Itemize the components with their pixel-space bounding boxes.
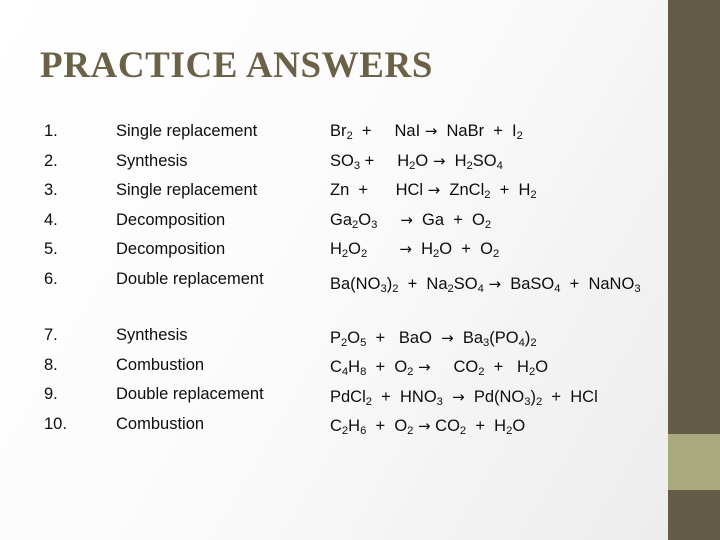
- answer-number: 2.: [44, 151, 58, 170]
- subscript: 2: [341, 425, 349, 438]
- subscript: 3: [380, 282, 387, 295]
- equation-row: H2O2 → H2O + O2: [330, 240, 500, 261]
- answer-row: 3. Single replacement: [44, 181, 324, 211]
- subscript: 2: [484, 189, 491, 202]
- answer-row: 9. Double replacement: [44, 385, 324, 415]
- equation-row: C2H6 + O2 → CO2 + H2O: [330, 417, 526, 438]
- reaction-arrow-icon: →: [418, 358, 431, 376]
- answer-label: Combustion: [116, 414, 205, 433]
- answer-number: 10.: [44, 414, 67, 433]
- subscript: 2: [346, 130, 353, 143]
- reaction-arrow-icon: →: [400, 210, 413, 229]
- answer-label: Synthesis: [116, 151, 188, 170]
- answer-label: Single replacement: [116, 181, 258, 199]
- subscript: 4: [518, 336, 525, 349]
- reaction-arrow-icon: →: [452, 387, 465, 406]
- subscript: 2: [365, 395, 373, 408]
- subscript: 2: [392, 282, 399, 295]
- answer-label: Synthesis: [116, 326, 188, 344]
- equation-row: Zn + HCl → ZnCl2 + H2: [330, 181, 537, 202]
- answer-label: Double replacement: [116, 269, 264, 288]
- subscript: 2: [528, 366, 536, 379]
- answer-number: 3.: [44, 181, 58, 199]
- subscript: 2: [536, 395, 543, 408]
- subscript: 5: [360, 336, 367, 349]
- reaction-arrow-icon: →: [427, 181, 441, 199]
- subscript: 4: [477, 282, 484, 295]
- equation-row: PdCl2 + HNO3 → Pd(NO3)2 + HCl: [330, 387, 598, 408]
- answer-row: 7. Synthesis: [44, 326, 324, 356]
- subscript: 2: [492, 248, 500, 261]
- answer-number: 8.: [44, 355, 58, 374]
- answer-row: 10. Combustion: [44, 415, 324, 445]
- subscript: 3: [483, 336, 490, 349]
- answers-group-spacer: [44, 299, 324, 326]
- answer-label: Double replacement: [116, 385, 264, 403]
- equation-row: Ba(NO3)2 + Na2SO4 → BaSO4 + NaNO3: [330, 274, 641, 295]
- subscript: 2: [341, 336, 348, 349]
- answer-number: 9.: [44, 385, 58, 403]
- subscript: 2: [361, 248, 368, 261]
- subscript: 2: [341, 248, 349, 261]
- subscript: 2: [484, 218, 492, 231]
- reaction-arrow-icon: →: [418, 417, 431, 435]
- reaction-arrow-icon: →: [432, 151, 446, 170]
- content-area: 1. Single replacement 2. Synthesis 3. Si…: [0, 122, 668, 462]
- equation-row: C4H8 + O2 → CO2 + H2O: [330, 358, 549, 379]
- subscript: 3: [436, 395, 443, 408]
- answer-row: 4. Decomposition: [44, 211, 324, 241]
- answer-row: 2. Synthesis: [44, 152, 324, 182]
- subscript: 3: [353, 159, 361, 172]
- subscript: 4: [496, 159, 503, 172]
- page-title: PRACTICE ANSWERS: [40, 45, 434, 86]
- equation-row: Ga2O3 → Ga + O2: [330, 210, 492, 231]
- subscript: 2: [506, 425, 513, 438]
- subscript: 2: [530, 336, 537, 349]
- subscript: 3: [524, 395, 531, 408]
- subscript: 2: [433, 248, 440, 261]
- subscript: 2: [447, 282, 454, 295]
- equation-row: SO3 + H2O → H2SO4: [330, 151, 503, 172]
- answer-row: 6. Double replacement: [44, 270, 324, 300]
- answer-label: Combustion: [116, 355, 205, 374]
- subscript: 2: [516, 130, 523, 143]
- subscript: 8: [360, 366, 367, 379]
- answer-label: Single replacement: [116, 122, 258, 140]
- subscript: 2: [459, 425, 467, 438]
- equation-row: Br2 + NaI → NaBr + I2: [330, 122, 523, 143]
- answer-number: 1.: [44, 122, 58, 140]
- answers-column: 1. Single replacement 2. Synthesis 3. Si…: [44, 122, 324, 444]
- answer-row: 5. Decomposition: [44, 240, 324, 270]
- subscript: 3: [634, 282, 641, 295]
- answer-number: 7.: [44, 326, 58, 344]
- subscript: 4: [341, 366, 349, 379]
- answer-number: 5.: [44, 240, 58, 258]
- answer-row: 1. Single replacement: [44, 122, 324, 152]
- subscript: 4: [554, 282, 561, 295]
- right-edge-light-accent-bar: [668, 434, 720, 490]
- subscript: 2: [407, 366, 414, 379]
- reaction-arrow-icon: →: [488, 274, 502, 293]
- subscript: 6: [360, 425, 367, 438]
- reaction-arrow-icon: →: [399, 240, 412, 258]
- answer-number: 4.: [44, 210, 58, 229]
- reaction-arrow-icon: →: [424, 122, 438, 140]
- answer-row: 8. Combustion: [44, 356, 324, 386]
- answer-label: Decomposition: [116, 240, 226, 258]
- answer-number: 6.: [44, 269, 58, 288]
- subscript: 2: [478, 366, 485, 379]
- subscript: 2: [466, 159, 473, 172]
- equation-row: P2O5 + BaO → Ba3(PO4)2: [330, 328, 537, 349]
- subscript: 3: [371, 218, 378, 231]
- answer-label: Decomposition: [116, 210, 226, 229]
- subscript: 2: [352, 218, 359, 231]
- equations-column: Br2 + NaI → NaBr + I2 SO3 + H2O → H2SO4 …: [330, 122, 660, 447]
- slide: PRACTICE ANSWERS 1. Single replacement 2…: [0, 0, 720, 540]
- subscript: 2: [407, 425, 414, 438]
- reaction-arrow-icon: →: [441, 328, 454, 347]
- subscript: 2: [409, 159, 416, 172]
- subscript: 2: [530, 189, 537, 202]
